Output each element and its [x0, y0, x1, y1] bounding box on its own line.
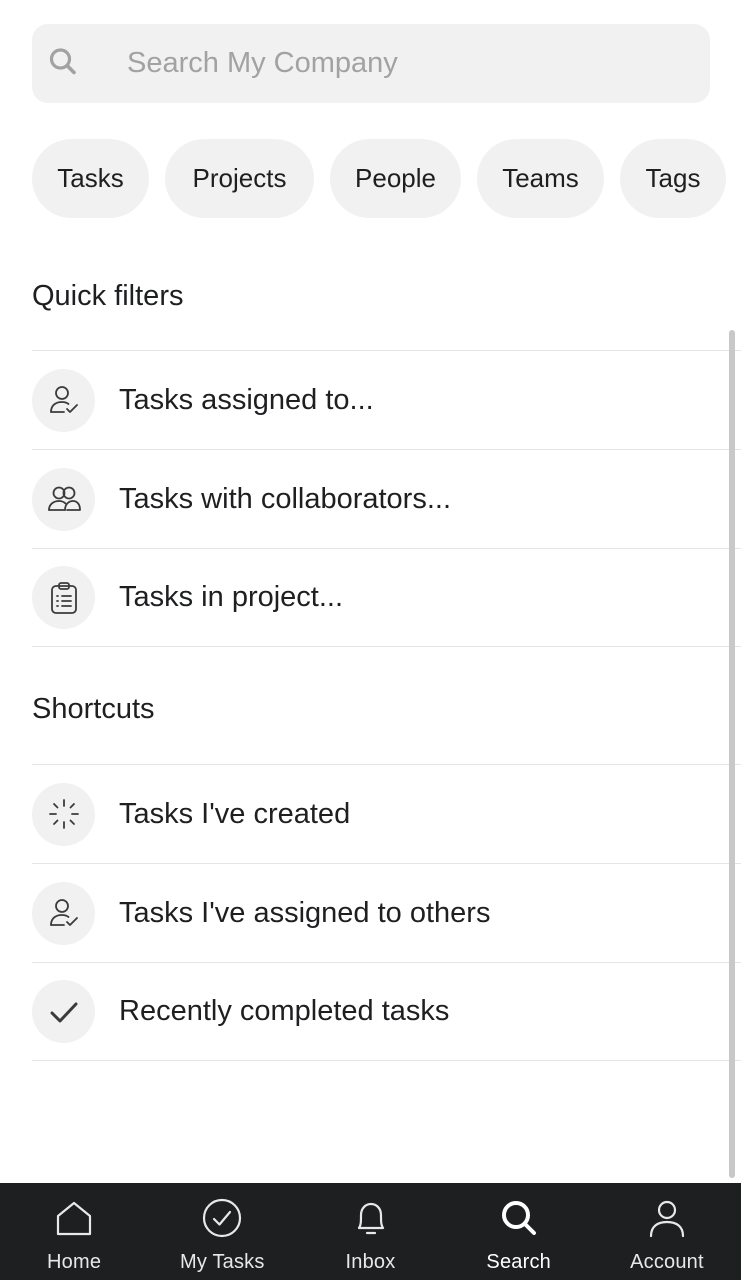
tab-home[interactable]: Home	[0, 1183, 148, 1280]
search-bar[interactable]	[32, 24, 710, 103]
quick-filter-assigned-to[interactable]: Tasks assigned to...	[32, 350, 741, 449]
tab-my-tasks[interactable]: My Tasks	[148, 1183, 296, 1280]
sparkle-icon	[32, 782, 95, 846]
shortcuts-list: Tasks I've created Tasks I've assigned t…	[32, 764, 741, 1061]
shortcut-assigned-to-others[interactable]: Tasks I've assigned to others	[32, 863, 741, 962]
chip-people[interactable]: People	[330, 139, 461, 218]
shortcut-label: Tasks I've assigned to others	[119, 896, 491, 929]
scrollbar[interactable]	[729, 330, 735, 1178]
chip-teams[interactable]: Teams	[477, 139, 604, 218]
tab-label: Account	[630, 1251, 704, 1273]
check-circle-icon	[202, 1198, 242, 1243]
chip-projects[interactable]: Projects	[165, 139, 314, 218]
shortcut-created[interactable]: Tasks I've created	[32, 764, 741, 863]
chip-tags[interactable]: Tags	[620, 139, 726, 218]
tab-label: Home	[47, 1251, 102, 1273]
quick-filters-list: Tasks assigned to... Tasks with collabor…	[32, 350, 741, 647]
clipboard-icon	[32, 566, 95, 629]
search-icon	[499, 1198, 539, 1243]
shortcut-label: Tasks I've created	[119, 797, 351, 830]
search-icon	[48, 47, 78, 82]
home-icon	[54, 1198, 94, 1243]
quick-filter-label: Tasks assigned to...	[119, 383, 374, 416]
bell-icon	[351, 1198, 391, 1243]
people-icon	[32, 467, 95, 531]
quick-filter-project[interactable]: Tasks in project...	[32, 548, 741, 647]
quick-filter-label: Tasks with collaborators...	[119, 482, 452, 515]
tab-inbox[interactable]: Inbox	[296, 1183, 444, 1280]
tab-search[interactable]: Search	[445, 1183, 593, 1280]
quick-filter-label: Tasks in project...	[119, 581, 344, 613]
shortcut-recently-completed[interactable]: Recently completed tasks	[32, 962, 741, 1061]
tab-account[interactable]: Account	[593, 1183, 741, 1280]
person-icon	[647, 1198, 687, 1243]
tab-label: My Tasks	[180, 1251, 265, 1273]
tab-label: Inbox	[345, 1251, 396, 1273]
quick-filters-title: Quick filters	[32, 280, 184, 312]
category-chips: Tasks Projects People Teams Tags	[32, 139, 741, 218]
shortcuts-title: Shortcuts	[32, 693, 155, 725]
shortcut-label: Recently completed tasks	[119, 995, 450, 1027]
search-input[interactable]	[127, 24, 687, 103]
chip-tasks[interactable]: Tasks	[32, 139, 149, 218]
checkmark-icon	[32, 980, 95, 1043]
person-check-icon	[32, 368, 95, 432]
quick-filter-collaborators[interactable]: Tasks with collaborators...	[32, 449, 741, 548]
bottom-tab-bar: Home My Tasks Inbox Search Account	[0, 1183, 741, 1280]
tab-label: Search	[486, 1251, 551, 1273]
person-check-icon	[32, 881, 95, 945]
